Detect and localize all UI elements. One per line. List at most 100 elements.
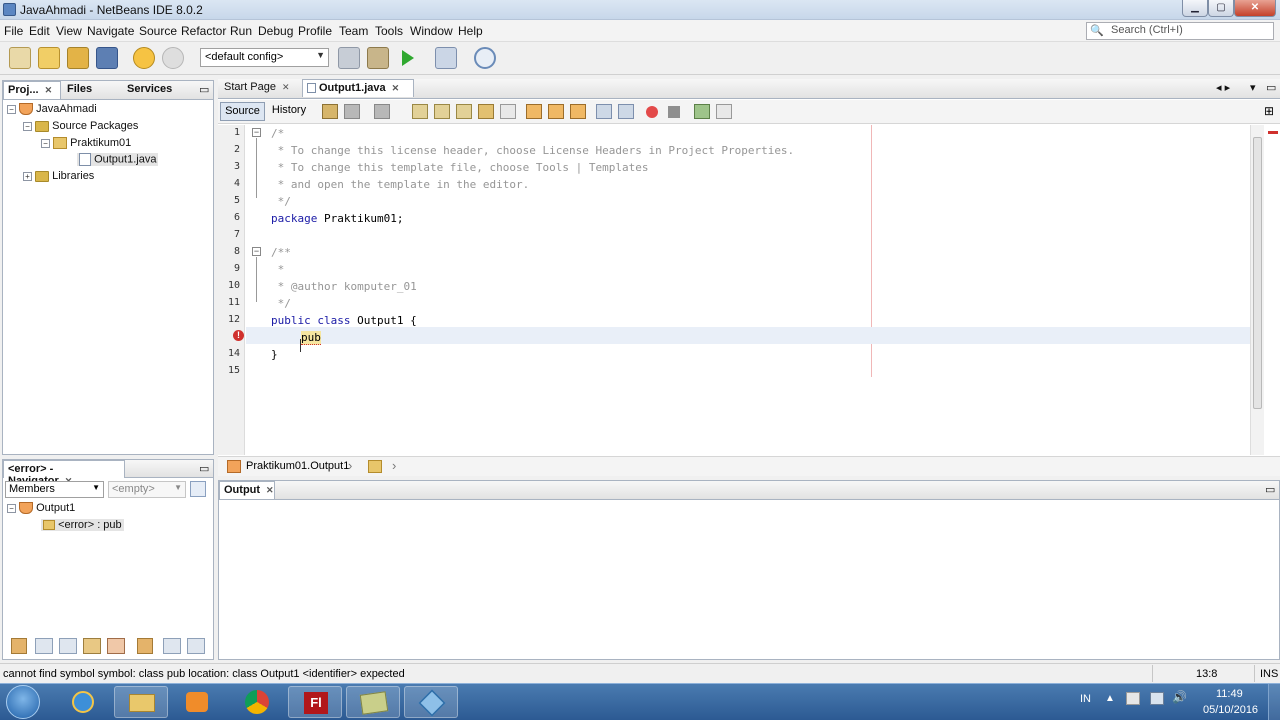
tree-libraries[interactable]: + Libraries	[23, 170, 94, 182]
find-previous-icon[interactable]	[434, 104, 450, 119]
find-icon[interactable]	[412, 104, 428, 119]
filter-icon[interactable]	[11, 638, 27, 654]
start-button-icon[interactable]	[6, 685, 40, 719]
minimize-panel-icon[interactable]: ▭	[1261, 481, 1277, 499]
chrome-icon[interactable]	[230, 686, 284, 718]
code-line-10[interactable]: * @author komputer_01	[271, 280, 417, 293]
navigator-options-icon[interactable]	[190, 481, 206, 497]
tab-projects[interactable]: Proj... ✕	[3, 81, 61, 99]
tab-output1-java[interactable]: Output1.java ✕	[302, 79, 414, 97]
menu-file[interactable]: File	[4, 24, 23, 38]
tree-package[interactable]: − Praktikum01	[41, 137, 131, 150]
member-icon[interactable]	[368, 460, 382, 473]
menu-navigate[interactable]: Navigate	[87, 24, 134, 38]
menu-source[interactable]: Source	[139, 24, 177, 38]
save-all-icon[interactable]	[96, 47, 118, 69]
netbeans-taskbar-icon[interactable]	[404, 686, 458, 718]
sort-icon[interactable]	[163, 638, 181, 654]
run-icon[interactable]	[402, 50, 414, 66]
media-player-icon[interactable]	[170, 686, 224, 718]
search-input[interactable]: 🔍 Search (Ctrl+I)	[1086, 22, 1274, 40]
menu-view[interactable]: View	[56, 24, 82, 38]
redo-icon[interactable]	[162, 47, 184, 69]
source-tab[interactable]: Source	[220, 102, 265, 121]
minimize-button[interactable]: ▁	[1182, 0, 1208, 17]
internet-explorer-icon[interactable]	[56, 686, 110, 718]
fold-icon[interactable]: −	[252, 247, 261, 256]
config-select[interactable]: <default config> ▼	[200, 48, 329, 67]
filter-icon[interactable]	[83, 638, 101, 654]
profile-icon[interactable]	[474, 47, 496, 69]
flash-icon[interactable]: Fl	[288, 686, 342, 718]
scroll-tabs-icon[interactable]: ◂ ▸	[1212, 79, 1242, 97]
stop-macro-icon[interactable]	[668, 106, 680, 118]
action-center-icon[interactable]	[1126, 692, 1140, 705]
record-macro-icon[interactable]	[646, 106, 658, 118]
fold-icon[interactable]: −	[252, 128, 261, 137]
code-line-1[interactable]: /*	[271, 127, 284, 140]
nav-tree-error[interactable]: <error> : pub	[41, 519, 124, 531]
undo-icon[interactable]	[133, 47, 155, 69]
filter-icon[interactable]	[35, 638, 53, 654]
menu-team[interactable]: Team	[339, 24, 368, 38]
maximize-button[interactable]: ▢	[1208, 0, 1234, 17]
uncomment-icon[interactable]	[716, 104, 732, 119]
menu-edit[interactable]: Edit	[29, 24, 50, 38]
close-button[interactable]: ✕	[1234, 0, 1276, 17]
menu-run[interactable]: Run	[230, 24, 252, 38]
prev-bookmark-icon[interactable]	[526, 104, 542, 119]
comment-icon[interactable]	[694, 104, 710, 119]
show-desktop-button[interactable]	[1268, 684, 1280, 720]
nav-tree-output1[interactable]: − Output1	[7, 502, 75, 515]
breadcrumb-class[interactable]: Praktikum01.Output1	[246, 460, 349, 472]
code-line-5[interactable]: */	[271, 195, 291, 208]
maximize-panel-icon[interactable]: ▭	[1262, 79, 1278, 97]
code-line-12[interactable]: public class Output1 {	[271, 314, 417, 327]
new-project-icon[interactable]	[38, 47, 60, 69]
filter-icon[interactable]	[107, 638, 125, 654]
clock-date[interactable]: 05/10/2016	[1203, 704, 1258, 716]
notepad-icon[interactable]	[346, 686, 400, 718]
code-line-4[interactable]: * and open the template in the editor.	[271, 178, 530, 191]
filter-icon[interactable]	[137, 638, 153, 654]
filter-icon[interactable]	[59, 638, 77, 654]
show-hidden-icons-icon[interactable]: ▲	[1105, 693, 1115, 704]
code-line-3[interactable]: * To change this template file, choose T…	[271, 161, 649, 174]
members-select[interactable]: Members ▼	[5, 481, 104, 498]
tab-output[interactable]: Output ✕	[219, 481, 275, 499]
tree-file-output1[interactable]: Output1.java	[77, 153, 159, 166]
new-file-icon[interactable]	[9, 47, 31, 69]
error-stripe-marker[interactable]	[1268, 131, 1278, 134]
file-explorer-icon[interactable]	[114, 686, 168, 718]
tab-start-page[interactable]: Start Page ✕	[220, 79, 302, 97]
editor-scrollbar[interactable]	[1250, 125, 1264, 455]
menu-window[interactable]: Window	[410, 24, 453, 38]
scrollbar-thumb[interactable]	[1253, 137, 1262, 409]
open-project-icon[interactable]	[67, 47, 89, 69]
menu-tools[interactable]: Tools	[375, 24, 403, 38]
clean-build-icon[interactable]	[367, 47, 389, 69]
toggle-bookmark-icon[interactable]	[570, 104, 586, 119]
find-next-icon[interactable]	[456, 104, 472, 119]
split-editor-icon[interactable]: ⊞	[1264, 104, 1278, 119]
tab-navigator[interactable]: <error> - Navigator✕	[3, 460, 125, 487]
clock-time[interactable]: 11:49	[1216, 688, 1243, 700]
menu-refactor[interactable]: Refactor	[181, 24, 226, 38]
minimize-panel-icon[interactable]: ▭	[195, 81, 211, 99]
tab-files[interactable]: Files	[63, 81, 121, 99]
code-line-2[interactable]: * To change this license header, choose …	[271, 144, 795, 157]
code-line-11[interactable]: */	[271, 297, 291, 310]
highlight-icon[interactable]	[478, 104, 494, 119]
code-line-13-error[interactable]: pub	[301, 331, 321, 345]
forward-icon[interactable]	[344, 104, 360, 119]
tab-list-icon[interactable]: ▾	[1246, 79, 1260, 97]
menu-profile[interactable]: Profile	[298, 24, 332, 38]
network-icon[interactable]	[1150, 692, 1164, 705]
code-line-8[interactable]: /**	[271, 246, 291, 259]
debug-icon[interactable]	[435, 47, 457, 69]
menu-help[interactable]: Help	[458, 24, 483, 38]
back-icon[interactable]	[322, 104, 338, 119]
code-line-6[interactable]: package Praktikum01;	[271, 212, 403, 225]
minimize-panel-icon[interactable]: ▭	[195, 460, 211, 478]
tree-project[interactable]: − JavaAhmadi	[7, 103, 97, 116]
